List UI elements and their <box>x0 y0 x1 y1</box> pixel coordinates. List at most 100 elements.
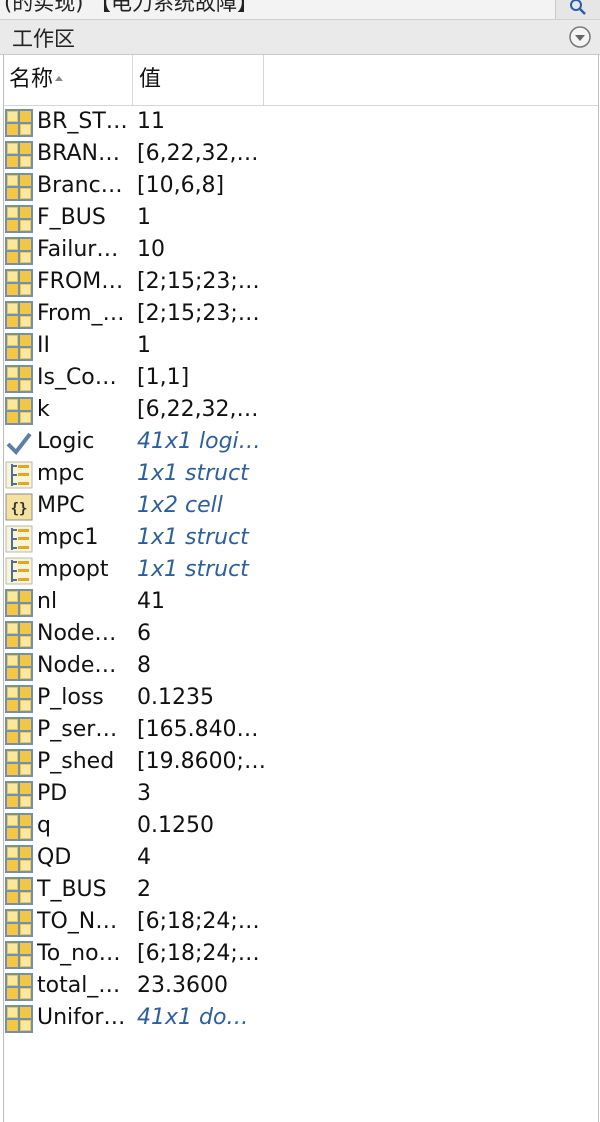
chevron-down-circle-icon <box>569 26 591 48</box>
variable-name: TO_N… <box>37 909 118 934</box>
variable-name: Branc… <box>37 173 123 198</box>
search-icon <box>570 0 586 15</box>
variable-value: [6,22,32,… <box>137 141 259 166</box>
table-row[interactable]: To_no… [6;18;24;… <box>4 938 598 970</box>
variable-value: 1x2 cell <box>137 493 223 518</box>
variable-value: [165.840… <box>137 717 259 742</box>
variable-value: 0.1250 <box>137 813 214 838</box>
variable-name: BR_ST… <box>37 109 128 134</box>
table-row[interactable]: PD 3 <box>4 778 598 810</box>
matrix-icon <box>5 333 33 361</box>
variable-value: 3 <box>137 781 151 806</box>
table-row[interactable]: total_… 23.3600 <box>4 970 598 1002</box>
panel-title: 工作区 <box>12 27 75 51</box>
matrix-icon <box>5 237 33 265</box>
variable-value: 2 <box>137 877 151 902</box>
table-row[interactable]: Branc… [10,6,8] <box>4 170 598 202</box>
variable-name: PD <box>37 781 68 806</box>
matrix-icon <box>5 397 33 425</box>
variable-value: 11 <box>137 109 165 134</box>
table-row[interactable]: mpopt 1x1 struct <box>4 554 598 586</box>
struct-icon <box>5 557 33 585</box>
matrix-icon <box>5 141 33 169</box>
variable-value: [19.8600;… <box>137 749 265 774</box>
table-row[interactable]: Node… 6 <box>4 618 598 650</box>
variable-value: 1x1 struct <box>137 461 249 486</box>
variable-name: Failur… <box>37 237 119 262</box>
table-row[interactable]: BRAN… [6,22,32,… <box>4 138 598 170</box>
matrix-icon <box>5 1005 33 1033</box>
variable-list: BR_ST… 11 BRAN… [6,22,32,… Branc… [10,6,8] F_B… <box>4 106 598 1034</box>
table-row[interactable]: q 0.1250 <box>4 810 598 842</box>
variable-name: P_shed <box>37 749 115 774</box>
matrix-icon <box>5 941 33 969</box>
table-row[interactable]: II 1 <box>4 330 598 362</box>
workspace-table: 名称 值 BR_ST… 11 BRAN… [6,22,32,… Branc… [10,6,… <box>3 55 599 1122</box>
variable-name: q <box>37 813 51 838</box>
matrix-icon <box>5 877 33 905</box>
table-row[interactable]: Node… 8 <box>4 650 598 682</box>
struct-icon <box>5 461 33 489</box>
table-row[interactable]: TO_N… [6;18;24;… <box>4 906 598 938</box>
table-row[interactable]: Unifor… 41x1 do… <box>4 1002 598 1034</box>
variable-value: 23.3600 <box>137 973 228 998</box>
table-row[interactable]: BR_ST… 11 <box>4 106 598 138</box>
variable-name: mpc1 <box>37 525 99 550</box>
variable-name: Node… <box>37 653 117 678</box>
table-row[interactable]: Logic 41x1 logi… <box>4 426 598 458</box>
matrix-icon <box>5 269 33 297</box>
variable-value: [6;18;24;… <box>137 941 260 966</box>
variable-value: [2;15;23;… <box>137 301 260 326</box>
variable-name: F_BUS <box>37 205 106 230</box>
matrix-icon <box>5 301 33 329</box>
variable-value: 1x1 struct <box>137 557 249 582</box>
svg-text:{}: {} <box>11 501 28 517</box>
variable-name: MPC <box>37 493 85 518</box>
panel-actions-button[interactable] <box>568 25 592 49</box>
variable-value: [2;15;23;… <box>137 269 260 294</box>
table-row[interactable]: {} MPC 1x2 cell <box>4 490 598 522</box>
table-row[interactable]: QD 4 <box>4 842 598 874</box>
matrix-icon <box>5 845 33 873</box>
matrix-icon <box>5 813 33 841</box>
matrix-icon <box>5 653 33 681</box>
table-row[interactable]: mpc1 1x1 struct <box>4 522 598 554</box>
matrix-icon <box>5 589 33 617</box>
table-row[interactable]: k [6,22,32,… <box>4 394 598 426</box>
table-row[interactable]: Failur… 10 <box>4 234 598 266</box>
column-header-name[interactable]: 名称 <box>4 55 133 105</box>
table-row[interactable]: FROM… [2;15;23;… <box>4 266 598 298</box>
table-row[interactable]: mpc 1x1 struct <box>4 458 598 490</box>
variable-name: Node… <box>37 621 117 646</box>
variable-value: [10,6,8] <box>137 173 225 198</box>
variable-value: 4 <box>137 845 151 870</box>
variable-value: 1x1 struct <box>137 525 249 550</box>
table-row[interactable]: nl 41 <box>4 586 598 618</box>
variable-name: P_loss <box>37 685 104 710</box>
table-row[interactable]: From_… [2;15;23;… <box>4 298 598 330</box>
column-header-value[interactable]: 值 <box>134 55 264 105</box>
column-header-name-label: 名称 <box>9 67 54 92</box>
variable-value: 8 <box>137 653 151 678</box>
variable-name: II <box>37 333 50 358</box>
table-row[interactable]: Is_Co… [1,1] <box>4 362 598 394</box>
logical-check-icon <box>5 429 33 457</box>
table-row[interactable]: P_shed [19.8600;… <box>4 746 598 778</box>
variable-name: To_no… <box>37 941 121 966</box>
variable-value: 41x1 logi… <box>137 429 261 454</box>
top-toolbar-strip: (的实现) 【电力系统故障】 <box>0 0 600 20</box>
variable-name: QD <box>37 845 72 870</box>
table-row[interactable]: P_loss 0.1235 <box>4 682 598 714</box>
table-row[interactable]: P_ser… [165.840… <box>4 714 598 746</box>
column-header-value-label: 值 <box>139 67 162 92</box>
variable-value: 0.1235 <box>137 685 214 710</box>
matrix-icon <box>5 909 33 937</box>
variable-name: Logic <box>37 429 95 454</box>
table-row[interactable]: T_BUS 2 <box>4 874 598 906</box>
search-button[interactable] <box>555 0 600 19</box>
variable-value: 1 <box>137 205 151 230</box>
variable-name: total_… <box>37 973 121 998</box>
workspace-panel-header: 工作区 <box>0 20 600 55</box>
variable-value: 41 <box>137 589 165 614</box>
table-row[interactable]: F_BUS 1 <box>4 202 598 234</box>
